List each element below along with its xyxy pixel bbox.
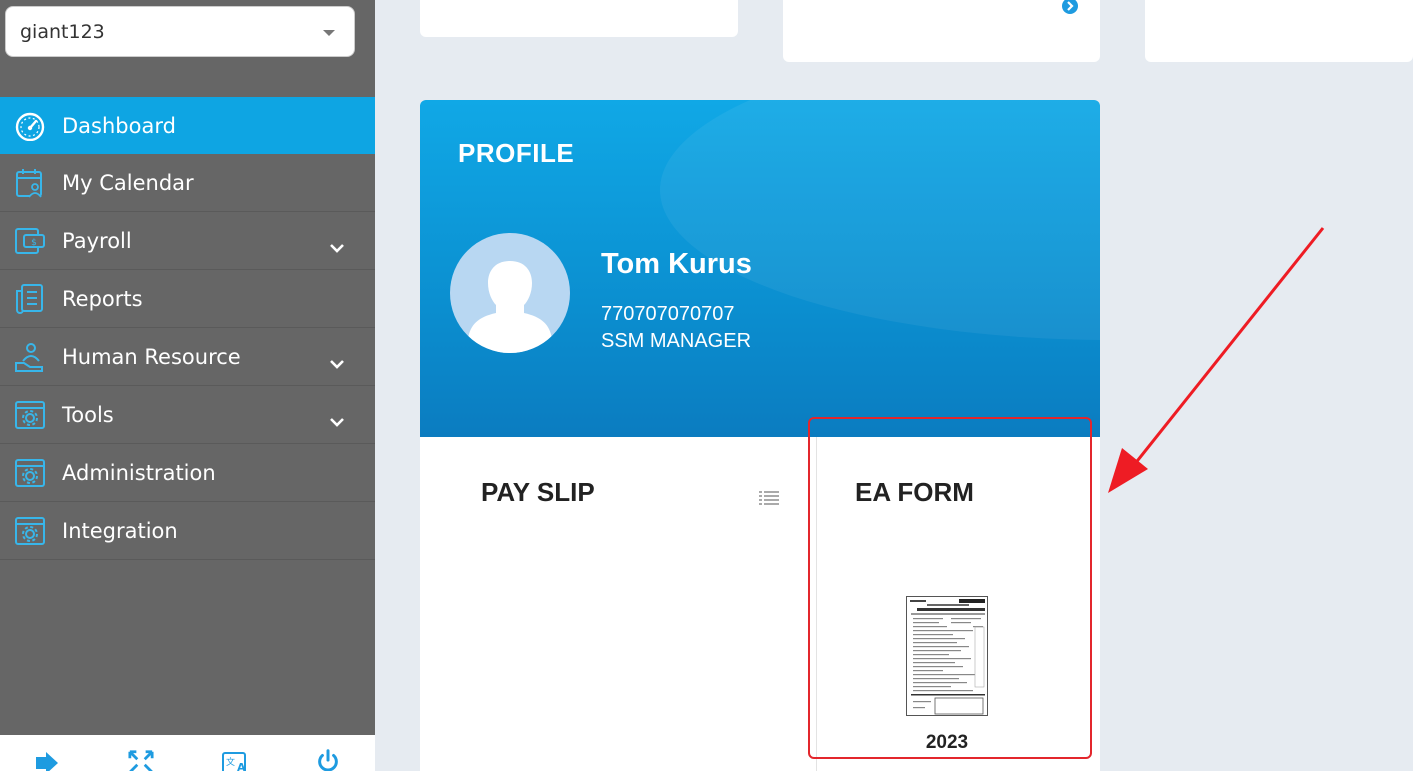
sidebar-item-human-resource[interactable]: Human Resource	[0, 328, 375, 386]
annotation-arrow-icon	[1108, 227, 1325, 493]
chevron-down-icon	[329, 408, 345, 432]
arrow-right-circle-icon[interactable]	[1061, 0, 1079, 20]
avatar	[450, 233, 570, 353]
list-icon[interactable]	[759, 490, 779, 511]
sidebar-item-label: My Calendar	[62, 170, 194, 195]
calendar-user-icon	[14, 167, 46, 199]
logout-icon[interactable]	[34, 749, 60, 771]
sidebar-item-reports[interactable]: Reports	[0, 270, 375, 328]
payroll-money-icon: $	[14, 225, 46, 257]
integration-window-icon	[14, 515, 46, 547]
sidebar-item-administration[interactable]: Administration	[0, 444, 375, 502]
chevron-down-icon	[329, 234, 345, 258]
highlight-box	[808, 417, 1092, 759]
power-icon[interactable]	[315, 749, 341, 771]
sidebar-item-tools[interactable]: Tools	[0, 386, 375, 444]
dropdown-caret-icon	[323, 30, 335, 36]
sidebar-item-label: Administration	[62, 460, 216, 485]
dashboard-gauge-icon	[14, 110, 46, 142]
chevron-down-icon	[329, 350, 345, 374]
company-select[interactable]: giant123	[5, 6, 355, 57]
svg-text:文: 文	[226, 756, 235, 768]
sidebar-menu: Dashboard My Calendar $ Payroll Reports	[0, 97, 375, 560]
tools-window-icon	[14, 399, 46, 431]
top-card-1	[420, 0, 738, 37]
translate-icon[interactable]: A文	[221, 749, 247, 771]
sidebar-item-label: Integration	[62, 518, 178, 543]
profile-role: SSM MANAGER	[601, 330, 752, 352]
sidebar-item-label: Dashboard	[62, 113, 176, 138]
sidebar-item-my-calendar[interactable]: My Calendar	[0, 154, 375, 212]
human-resource-icon	[14, 341, 46, 373]
sidebar-item-label: Human Resource	[62, 344, 241, 369]
fullscreen-icon[interactable]	[128, 749, 154, 771]
profile-title: PROFILE	[458, 138, 575, 168]
sidebar-item-integration[interactable]: Integration	[0, 502, 375, 560]
sidebar-item-label: Tools	[62, 402, 114, 427]
sidebar-item-label: Payroll	[62, 228, 132, 253]
payslip-title: PAY SLIP	[481, 477, 595, 507]
svg-text:$: $	[31, 238, 37, 248]
profile-header: PROFILE Tom Kurus 770707070707 SSM MANAG…	[420, 100, 1100, 437]
sidebar-footer: A文	[0, 735, 375, 771]
sidebar-item-payroll[interactable]: $ Payroll	[0, 212, 375, 270]
top-card-3	[1145, 0, 1413, 62]
profile-id-number: 770707070707	[601, 303, 735, 325]
company-select-value: giant123	[20, 20, 105, 43]
profile-name: Tom Kurus	[601, 248, 752, 280]
sidebar-item-label: Reports	[62, 286, 143, 311]
sidebar: giant123 Dashboard My Calendar $ Payroll	[0, 0, 375, 771]
reports-document-icon	[14, 283, 46, 315]
administration-window-icon	[14, 457, 46, 489]
top-card-2	[783, 0, 1100, 62]
svg-text:A: A	[237, 761, 246, 771]
sidebar-item-dashboard[interactable]: Dashboard	[0, 97, 375, 154]
